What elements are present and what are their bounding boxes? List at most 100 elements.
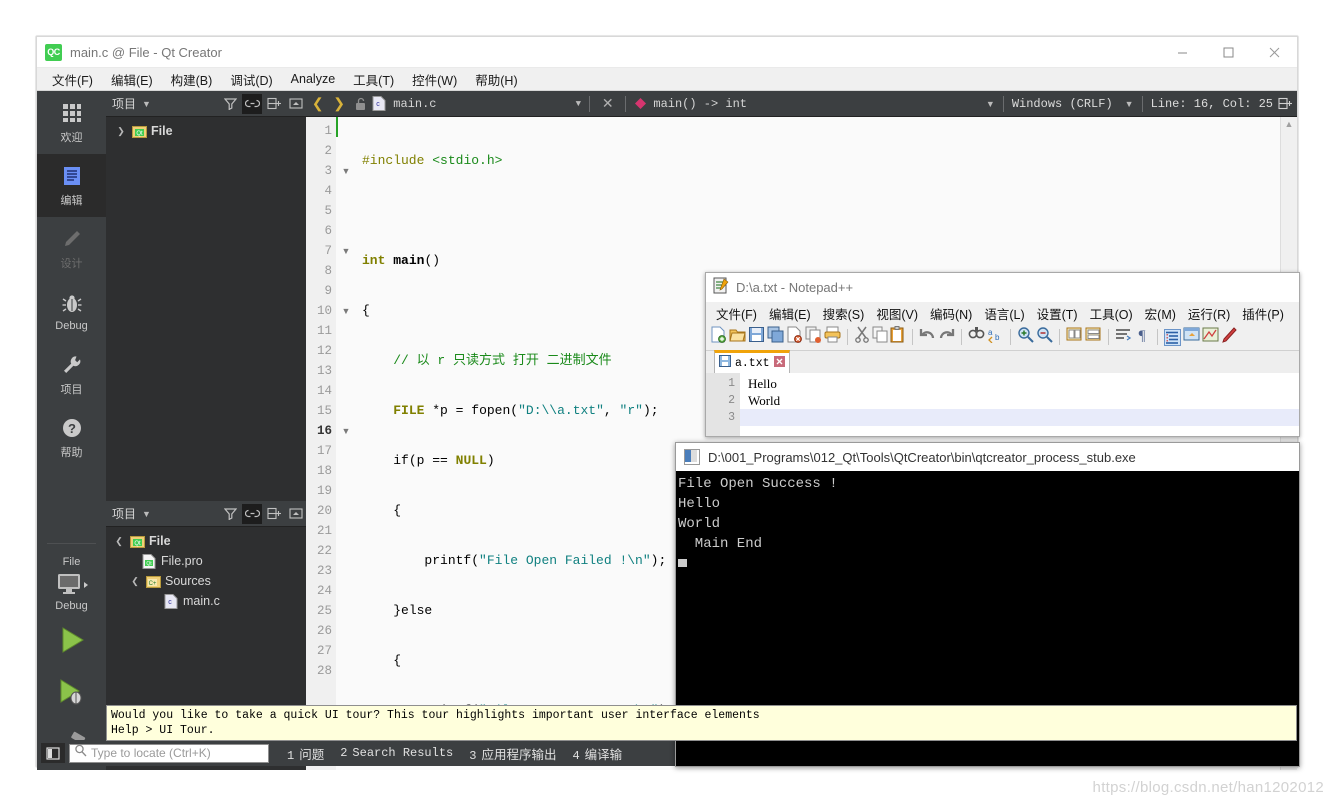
menu-help[interactable]: 帮助(H) bbox=[466, 68, 526, 91]
tab-close-icon[interactable] bbox=[774, 356, 785, 371]
sidebar-toggle-icon[interactable] bbox=[41, 743, 65, 763]
run-button[interactable] bbox=[37, 614, 106, 666]
tree-item-sources[interactable]: ❮ C+ Sources bbox=[106, 571, 306, 591]
notepadpp-editor[interactable]: 123 Hello World bbox=[706, 373, 1299, 437]
close-file-icon[interactable] bbox=[786, 326, 803, 348]
menu-edit[interactable]: 编辑(E) bbox=[102, 68, 162, 91]
chevron-right-icon[interactable]: ❯ bbox=[329, 94, 348, 114]
record-macro-icon[interactable] bbox=[1221, 326, 1238, 348]
locator-input[interactable]: Type to locate (Ctrl+K) bbox=[69, 744, 269, 763]
mode-design[interactable]: 设计 bbox=[37, 217, 106, 280]
output-pane-compile-output[interactable]: 4编译输 bbox=[572, 744, 622, 763]
debug-button[interactable] bbox=[37, 666, 106, 718]
save-icon[interactable] bbox=[748, 326, 765, 348]
npp-menu-edit[interactable]: 编辑(E) bbox=[763, 303, 817, 324]
close-pane-icon-2[interactable] bbox=[286, 504, 306, 524]
show-all-chars-icon[interactable]: ¶ bbox=[1134, 326, 1151, 348]
encoding-arrow-icon[interactable]: ▼ bbox=[986, 99, 995, 109]
chevron-down-icon-2[interactable]: ▼ bbox=[142, 509, 151, 519]
notepadpp-text[interactable]: Hello World bbox=[740, 373, 1299, 437]
find-icon[interactable] bbox=[968, 326, 985, 348]
save-all-icon[interactable] bbox=[767, 326, 784, 348]
npp-menu-settings[interactable]: 设置(T) bbox=[1031, 303, 1084, 324]
chevron-down-icon[interactable]: ▼ bbox=[142, 99, 151, 109]
chevron-down-icon-tree[interactable]: ❮ bbox=[112, 536, 126, 547]
close-document-icon[interactable]: ✕ bbox=[598, 94, 617, 114]
npp-menu-plugins[interactable]: 插件(P) bbox=[1236, 303, 1290, 324]
filter-icon-2[interactable] bbox=[220, 504, 240, 524]
indent-guide-icon[interactable] bbox=[1164, 329, 1181, 346]
npp-menu-file[interactable]: 文件(F) bbox=[710, 303, 763, 324]
menu-tools[interactable]: 工具(T) bbox=[344, 68, 403, 91]
menu-window[interactable]: 控件(W) bbox=[403, 68, 466, 91]
sync-scroll-h-icon[interactable] bbox=[1085, 326, 1102, 348]
fold-column[interactable]: ▼ ▼▼ ▼ bbox=[336, 117, 356, 770]
output-pane-issues[interactable]: 1问题 bbox=[287, 744, 324, 763]
npp-menu-encoding[interactable]: 编码(N) bbox=[924, 303, 978, 324]
new-file-icon[interactable] bbox=[710, 326, 727, 348]
close-all-icon[interactable] bbox=[805, 326, 822, 348]
ui-maximize-icon[interactable] bbox=[1183, 326, 1200, 348]
npp-menu-run[interactable]: 运行(R) bbox=[1182, 303, 1236, 324]
menu-build[interactable]: 构建(B) bbox=[162, 68, 222, 91]
link-with-editor-icon-2[interactable] bbox=[242, 504, 262, 524]
npp-menu-search[interactable]: 搜索(S) bbox=[817, 303, 871, 324]
cut-icon[interactable] bbox=[854, 326, 870, 348]
split-view-icon[interactable] bbox=[1275, 94, 1295, 114]
replace-icon[interactable]: ab bbox=[987, 326, 1004, 348]
tree-item-file-root[interactable]: ❮ Qt File bbox=[106, 531, 306, 551]
sync-scroll-v-icon[interactable] bbox=[1066, 326, 1083, 348]
svg-text:C+: C+ bbox=[149, 581, 157, 587]
npp-menu-view[interactable]: 视图(V) bbox=[870, 303, 924, 324]
link-with-editor-icon[interactable] bbox=[242, 94, 262, 114]
symbol-combo[interactable]: main() -> int bbox=[634, 97, 984, 111]
kit-selector[interactable]: File Debug bbox=[37, 550, 106, 614]
close-button[interactable] bbox=[1251, 37, 1297, 67]
zoom-in-icon[interactable] bbox=[1017, 326, 1034, 348]
copy-icon[interactable] bbox=[872, 326, 888, 348]
mode-welcome[interactable]: 欢迎 bbox=[37, 91, 106, 154]
npp-menu-macro[interactable]: 宏(M) bbox=[1139, 303, 1182, 324]
mode-help[interactable]: ? 帮助 bbox=[37, 406, 106, 469]
filter-icon[interactable] bbox=[220, 94, 240, 114]
line-ending-arrow-icon[interactable]: ▼ bbox=[1125, 99, 1134, 109]
npp-menu-language[interactable]: 语言(L) bbox=[978, 303, 1030, 324]
output-pane-search-results[interactable]: 2Search Results bbox=[340, 746, 453, 760]
tree-item-file-root-top[interactable]: ❯ Qt File bbox=[106, 121, 306, 141]
zoom-out-icon[interactable] bbox=[1036, 326, 1053, 348]
open-file-icon[interactable] bbox=[729, 326, 746, 348]
menu-debug[interactable]: 调试(D) bbox=[221, 68, 281, 91]
close-pane-icon[interactable] bbox=[286, 94, 306, 114]
line-ending-label[interactable]: Windows (CRLF) bbox=[1012, 97, 1113, 111]
chevron-left-icon[interactable]: ❮ bbox=[308, 94, 327, 114]
tree-item-main-c[interactable]: c main.c bbox=[106, 591, 306, 611]
mode-projects[interactable]: 项目 bbox=[37, 343, 106, 406]
console-output[interactable]: File Open Success !HelloWorld Main End bbox=[676, 471, 1299, 574]
cursor-position-label[interactable]: Line: 16, Col: 25 bbox=[1151, 97, 1273, 111]
scroll-up-icon[interactable]: ▲ bbox=[1285, 119, 1294, 129]
menu-analyze[interactable]: Analyze bbox=[282, 70, 344, 88]
word-wrap-icon[interactable] bbox=[1115, 326, 1132, 348]
split-pane-icon-2[interactable] bbox=[264, 504, 284, 524]
maximize-button[interactable] bbox=[1205, 37, 1251, 67]
chevron-down-icon-sources[interactable]: ❮ bbox=[128, 576, 142, 587]
npp-menu-tools[interactable]: 工具(O) bbox=[1084, 303, 1139, 324]
split-pane-icon[interactable] bbox=[264, 94, 284, 114]
notepadpp-tab-a-txt[interactable]: a.txt bbox=[714, 350, 790, 373]
redo-icon[interactable] bbox=[938, 326, 955, 348]
mode-debug[interactable]: Debug bbox=[37, 280, 106, 343]
mode-edit[interactable]: 编辑 bbox=[37, 154, 106, 217]
menu-file[interactable]: 文件(F) bbox=[43, 68, 102, 91]
print-icon[interactable] bbox=[824, 326, 841, 348]
project-tree-top[interactable]: ❯ Qt File bbox=[106, 117, 306, 501]
undo-icon[interactable] bbox=[919, 326, 936, 348]
combo-arrow-icon[interactable]: ▼ bbox=[576, 99, 581, 109]
show-map-icon[interactable] bbox=[1202, 326, 1219, 348]
minimize-button[interactable] bbox=[1159, 37, 1205, 67]
paste-icon[interactable] bbox=[890, 326, 906, 348]
open-file-combo[interactable]: c main.c ▼ bbox=[372, 96, 581, 111]
output-pane-app-output[interactable]: 3应用程序输出 bbox=[469, 744, 556, 763]
tree-item-file-pro[interactable]: Qt File.pro bbox=[106, 551, 306, 571]
chevron-right-icon[interactable]: ❯ bbox=[114, 126, 128, 137]
unlocked-icon[interactable] bbox=[351, 94, 370, 114]
